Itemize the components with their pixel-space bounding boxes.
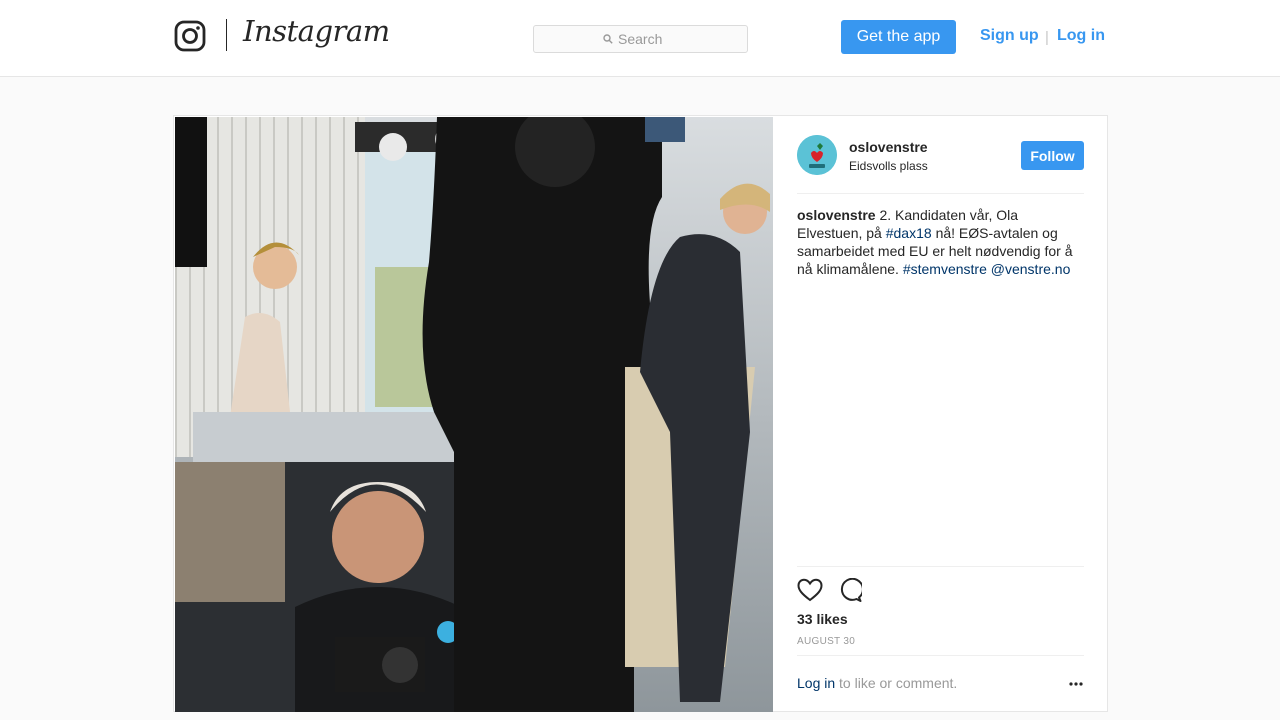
post-sidebar: oslovenstre Eidsvolls plass Follow oslov…	[797, 117, 1084, 712]
search-icon	[603, 34, 613, 44]
post-username[interactable]: oslovenstre	[849, 139, 928, 155]
sign-up-link[interactable]: Sign up	[980, 27, 1039, 45]
search-box[interactable]	[533, 25, 748, 53]
divider	[797, 655, 1084, 656]
more-options-icon[interactable]	[1069, 681, 1083, 687]
top-navigation-bar: Instagram Get the app Sign up | Log in	[0, 0, 1280, 77]
follow-button[interactable]: Follow	[1021, 141, 1084, 170]
hashtag-link[interactable]: #stemvenstre	[903, 261, 987, 277]
instagram-wordmark[interactable]: Instagram	[243, 14, 390, 48]
post-date[interactable]: AUGUST 30	[797, 636, 855, 647]
comment-icon[interactable]	[838, 578, 862, 602]
log-in-link[interactable]: Log in	[1057, 27, 1105, 45]
heart-icon[interactable]	[797, 578, 823, 602]
divider	[797, 193, 1084, 194]
mention-link[interactable]: @venstre.no	[991, 261, 1071, 277]
divider	[797, 566, 1084, 567]
logo-divider	[226, 19, 227, 51]
nav-separator: |	[1045, 29, 1049, 46]
login-prompt-text: to like or comment.	[839, 675, 958, 691]
login-prompt: Log in to like or comment.	[797, 675, 957, 691]
search-input[interactable]	[618, 31, 678, 47]
get-the-app-button[interactable]: Get the app	[841, 20, 956, 54]
instagram-camera-icon[interactable]	[174, 20, 206, 52]
post-photo[interactable]	[175, 117, 773, 712]
post-caption: oslovenstre 2. Kandidaten vår, Ola Elves…	[797, 206, 1084, 278]
hashtag-link[interactable]: #dax18	[886, 225, 932, 241]
post-location[interactable]: Eidsvolls plass	[849, 159, 928, 173]
avatar[interactable]	[797, 135, 837, 175]
post-card: oslovenstre Eidsvolls plass Follow oslov…	[173, 115, 1108, 712]
caption-username[interactable]: oslovenstre	[797, 207, 876, 223]
log-in-link[interactable]: Log in	[797, 675, 835, 691]
likes-count[interactable]: 33 likes	[797, 611, 848, 627]
